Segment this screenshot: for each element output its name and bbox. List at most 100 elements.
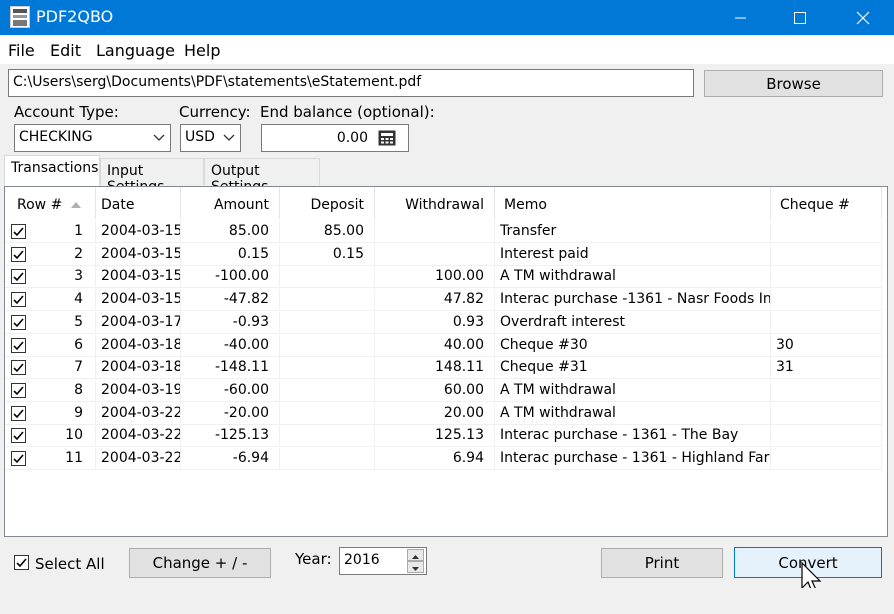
maximize-button[interactable] — [777, 0, 823, 35]
menu-help[interactable]: Help — [184, 41, 220, 60]
row-checkbox[interactable] — [11, 314, 26, 330]
cell-amount[interactable]: -47.82 — [181, 289, 280, 312]
cell-memo[interactable]: Cheque #31 — [495, 357, 771, 380]
row-checkbox[interactable] — [11, 292, 26, 308]
cell-memo[interactable]: A TM withdrawal — [495, 266, 771, 289]
table-row[interactable]: 1 2004-03-15 85.00 85.00 Transfer — [5, 221, 882, 243]
cell-memo[interactable]: Interac purchase - 1361 - The Bay — [495, 425, 771, 448]
table-row[interactable]: 3 2004-03-15 -100.00 100.00 A TM withdrawal — [5, 266, 882, 289]
cell-date[interactable]: 2004-03-22 — [96, 425, 181, 448]
cell-withdrawal[interactable]: 6.94 — [375, 448, 495, 470]
cell-cheque[interactable] — [771, 402, 882, 425]
cell-date[interactable]: 2004-03-22 — [96, 448, 181, 470]
column-header-amount[interactable]: Amount — [181, 187, 280, 219]
menu-file[interactable]: File — [8, 41, 35, 60]
cell-deposit[interactable] — [280, 311, 375, 334]
row-checkbox[interactable] — [11, 451, 26, 466]
row-checkbox[interactable] — [11, 246, 26, 262]
cell-date[interactable]: 2004-03-15 — [96, 289, 181, 312]
table-row[interactable]: 11 2004-03-22 -6.94 6.94 Interac purchase - … — [5, 448, 882, 470]
row-checkbox[interactable] — [11, 224, 26, 239]
cell-cheque[interactable] — [771, 448, 882, 470]
select-all-checkbox[interactable] — [14, 555, 29, 570]
cell-date[interactable]: 2004-03-22 — [96, 402, 181, 425]
cell-amount[interactable]: -40.00 — [181, 334, 280, 357]
cell-withdrawal[interactable]: 100.00 — [375, 266, 495, 289]
table-row[interactable]: 10 2004-03-22 -125.13 125.13 Interac purchas… — [5, 425, 882, 448]
cell-withdrawal[interactable]: 20.00 — [375, 402, 495, 425]
cell-amount[interactable]: -125.13 — [181, 425, 280, 448]
spin-down-button[interactable] — [407, 561, 424, 573]
cell-amount[interactable]: -6.94 — [181, 448, 280, 470]
account-type-select[interactable]: CHECKING — [14, 124, 171, 152]
cell-date[interactable]: 2004-03-19 — [96, 379, 181, 402]
cell-deposit[interactable] — [280, 425, 375, 448]
calculator-icon[interactable] — [378, 130, 396, 146]
select-all-label[interactable]: Select All — [35, 555, 105, 573]
cell-date[interactable]: 2004-03-15 — [96, 243, 181, 266]
close-button[interactable] — [840, 0, 886, 35]
cell-withdrawal[interactable]: 148.11 — [375, 357, 495, 380]
cell-deposit[interactable]: 85.00 — [280, 221, 375, 243]
cell-date[interactable]: 2004-03-18 — [96, 334, 181, 357]
tab-transactions[interactable]: Transactions — [4, 155, 100, 186]
table-row[interactable]: 5 2004-03-17 -0.93 0.93 Overdraft interest — [5, 311, 882, 334]
spin-up-button[interactable] — [407, 549, 424, 561]
cell-cheque[interactable]: 31 — [771, 357, 882, 380]
row-checkbox[interactable] — [11, 337, 26, 353]
end-balance-input[interactable]: 0.00 — [261, 124, 409, 152]
column-header-cheque[interactable]: Cheque # — [771, 187, 882, 219]
minimize-button[interactable] — [718, 0, 764, 35]
cell-memo[interactable]: Transfer — [495, 221, 771, 243]
cell-deposit[interactable] — [280, 357, 375, 380]
menu-language[interactable]: Language — [96, 41, 175, 60]
cell-memo[interactable]: A TM withdrawal — [495, 379, 771, 402]
file-path-input[interactable]: C:\Users\serg\Documents\PDF\statements\e… — [8, 69, 694, 97]
cell-amount[interactable]: -0.93 — [181, 311, 280, 334]
cell-date[interactable]: 2004-03-17 — [96, 311, 181, 334]
cell-cheque[interactable]: 30 — [771, 334, 882, 357]
cell-withdrawal[interactable]: 0.93 — [375, 311, 495, 334]
table-row[interactable]: 6 2004-03-18 -40.00 40.00 Cheque #30 30 — [5, 334, 882, 357]
cell-amount[interactable]: -148.11 — [181, 357, 280, 380]
cell-memo[interactable]: Overdraft interest — [495, 311, 771, 334]
row-checkbox[interactable] — [11, 269, 26, 285]
cell-cheque[interactable] — [771, 425, 882, 448]
row-checkbox[interactable] — [11, 360, 26, 376]
cell-cheque[interactable] — [771, 311, 882, 334]
table-row[interactable]: 4 2004-03-15 -47.82 47.82 Interac purchase -… — [5, 289, 882, 312]
cell-deposit[interactable] — [280, 266, 375, 289]
menu-edit[interactable]: Edit — [50, 41, 81, 60]
table-row[interactable]: 2 2004-03-15 0.15 0.15 Interest paid — [5, 243, 882, 266]
cell-memo[interactable]: A TM withdrawal — [495, 402, 771, 425]
table-row[interactable]: 8 2004-03-19 -60.00 60.00 A TM withdrawal — [5, 379, 882, 402]
cell-withdrawal[interactable]: 47.82 — [375, 289, 495, 312]
column-header-row[interactable]: Row # — [5, 187, 96, 219]
table-row[interactable]: 9 2004-03-22 -20.00 20.00 A TM withdrawal — [5, 402, 882, 425]
cell-withdrawal[interactable]: 125.13 — [375, 425, 495, 448]
cell-memo[interactable]: Interac purchase -1361 - Nasr Foods Inc. — [495, 289, 771, 312]
currency-select[interactable]: USD — [180, 124, 241, 152]
cell-deposit[interactable]: 0.15 — [280, 243, 375, 266]
cell-amount[interactable]: -60.00 — [181, 379, 280, 402]
browse-button[interactable]: Browse — [704, 70, 883, 97]
column-header-date[interactable]: Date — [96, 187, 181, 219]
cell-memo[interactable]: Interac purchase - 1361 - Highland Farms — [495, 448, 771, 470]
cell-withdrawal[interactable] — [375, 221, 495, 243]
cell-date[interactable]: 2004-03-15 — [96, 221, 181, 243]
cell-memo[interactable]: Interest paid — [495, 243, 771, 266]
cell-deposit[interactable] — [280, 334, 375, 357]
cell-deposit[interactable] — [280, 289, 375, 312]
cell-deposit[interactable] — [280, 448, 375, 470]
cell-cheque[interactable] — [771, 266, 882, 289]
print-button[interactable]: Print — [601, 548, 723, 578]
row-checkbox[interactable] — [11, 382, 26, 398]
cell-amount[interactable]: -100.00 — [181, 266, 280, 289]
cell-deposit[interactable] — [280, 379, 375, 402]
column-header-deposit[interactable]: Deposit — [280, 187, 375, 219]
cell-withdrawal[interactable]: 60.00 — [375, 379, 495, 402]
cell-memo[interactable]: Cheque #30 — [495, 334, 771, 357]
cell-deposit[interactable] — [280, 402, 375, 425]
cell-withdrawal[interactable] — [375, 243, 495, 266]
cell-cheque[interactable] — [771, 243, 882, 266]
